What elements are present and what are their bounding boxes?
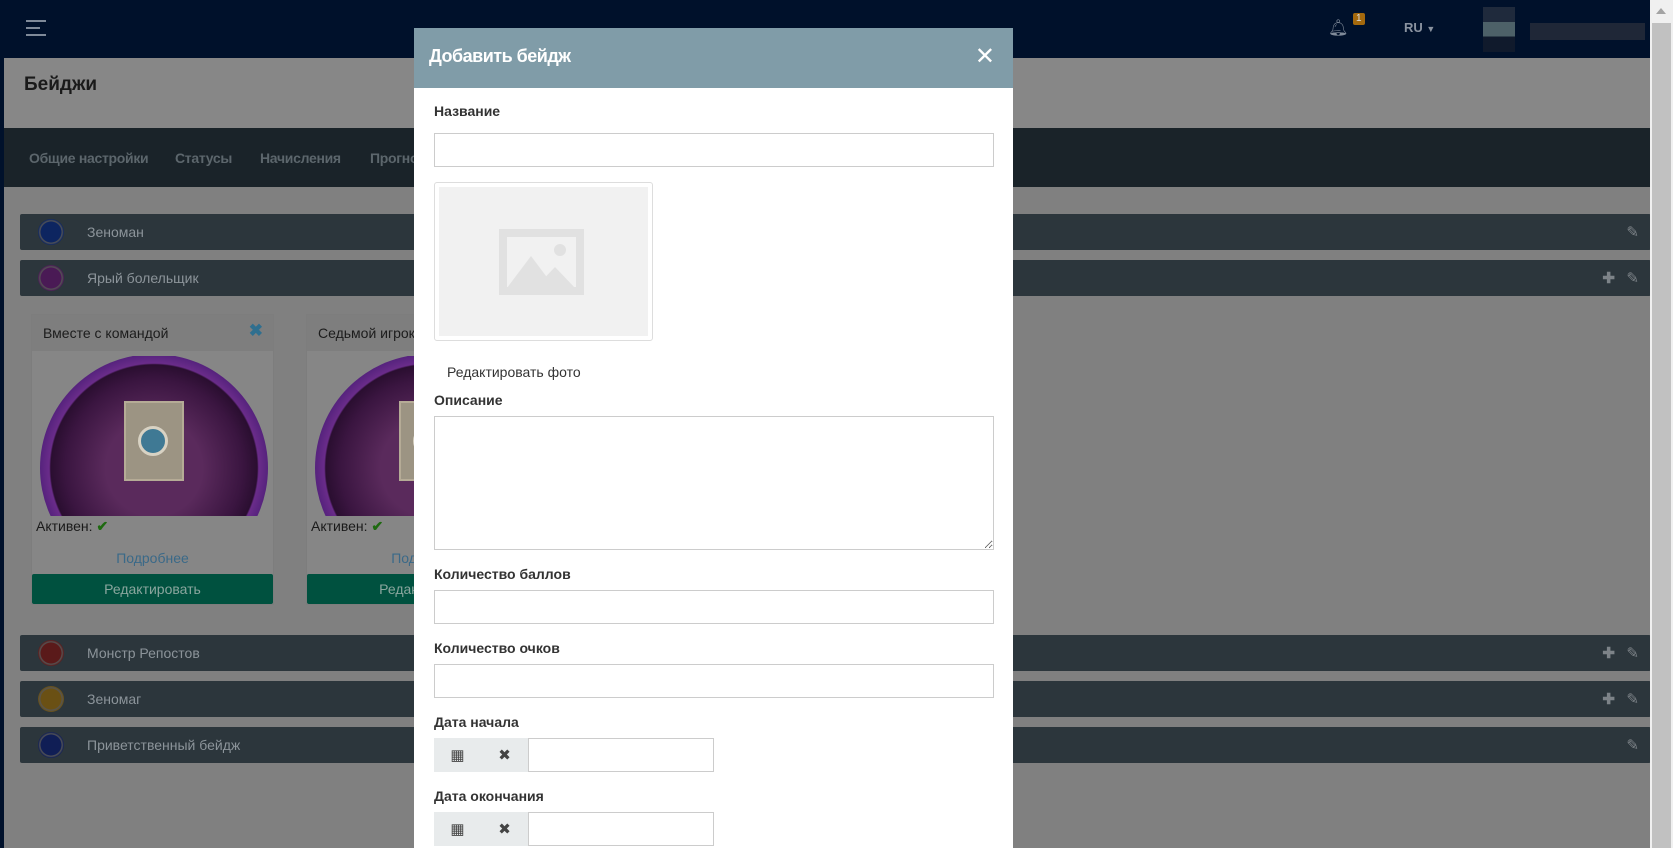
name-input[interactable] (434, 133, 994, 167)
start-date-input[interactable] (528, 738, 714, 772)
pencil-icon[interactable]: ✎ (1626, 690, 1639, 708)
add-badge-modal: Добавить бейдж ✕ Название Редактировать … (414, 28, 1013, 848)
score-label: Количество очков (434, 640, 560, 656)
badge-card: Вместе с командой ✖ Активен: ✔ Подробнее … (31, 314, 274, 605)
badge-image (38, 356, 268, 516)
start-date-group: ▦ ✖ (434, 738, 714, 772)
language-dropdown[interactable]: RU ▼ (1404, 20, 1435, 35)
scrollbar-thumb (1652, 23, 1671, 848)
end-date-label: Дата окончания (434, 788, 544, 804)
pencil-icon[interactable]: ✎ (1626, 644, 1639, 662)
page-title: Бейджи (24, 74, 98, 95)
image-upload[interactable] (434, 182, 653, 341)
active-status: Активен: ✔ (311, 518, 384, 534)
card-title: Вместе с командой (43, 325, 169, 341)
start-date-label: Дата начала (434, 714, 519, 730)
calendar-icon[interactable]: ▦ (434, 738, 481, 772)
caret-down-icon: ▼ (1426, 24, 1436, 34)
clear-icon[interactable]: ✖ (481, 738, 528, 772)
notification-badge: 1 (1353, 13, 1365, 25)
scrollbar[interactable] (1650, 0, 1673, 848)
language-label: RU (1404, 20, 1423, 35)
pencil-icon[interactable]: ✎ (1626, 736, 1639, 754)
details-link[interactable]: Подробнее (32, 550, 273, 566)
clear-icon[interactable]: ✖ (481, 812, 528, 846)
plus-icon[interactable]: ✚ (1602, 690, 1615, 708)
check-icon: ✔ (371, 518, 384, 534)
avatar[interactable] (1483, 7, 1515, 52)
pencil-icon[interactable]: ✎ (1626, 269, 1639, 287)
tab-statuses[interactable]: Статусы (175, 150, 232, 166)
image-placeholder-icon (499, 229, 584, 295)
badge-name: Монстр Репостов (87, 645, 200, 661)
badge-name: Зеноман (87, 224, 144, 240)
badge-icon (38, 219, 64, 245)
edit-button[interactable]: Редактировать (32, 574, 273, 604)
plus-icon[interactable]: ✚ (1602, 644, 1615, 662)
badge-icon (38, 732, 64, 758)
badge-icon (38, 265, 64, 291)
description-label: Описание (434, 392, 503, 408)
name-label: Название (434, 103, 501, 119)
edit-photo-link[interactable]: Редактировать фото (447, 364, 581, 380)
bell-icon[interactable]: 🔔︎ (1328, 18, 1348, 38)
tab-forecasts[interactable]: Прогно (370, 150, 419, 166)
end-date-group: ▦ ✖ (434, 812, 714, 846)
delete-icon[interactable]: ✖ (249, 321, 263, 341)
calendar-icon[interactable]: ▦ (434, 812, 481, 846)
pencil-icon[interactable]: ✎ (1626, 223, 1639, 241)
end-date-input[interactable] (528, 812, 714, 846)
badge-icon (38, 640, 64, 666)
score-input[interactable] (434, 664, 994, 698)
active-status: Активен: ✔ (36, 518, 109, 534)
close-icon[interactable]: ✕ (975, 42, 995, 71)
points-input[interactable] (434, 590, 994, 624)
plus-icon[interactable]: ✚ (1602, 269, 1615, 287)
badge-icon (38, 686, 64, 712)
badge-name: Ярый болельщик (87, 270, 199, 286)
tab-general-settings[interactable]: Общие настройки (29, 150, 149, 166)
modal-title: Добавить бейдж (429, 46, 571, 66)
tab-accruals[interactable]: Начисления (260, 150, 341, 166)
description-textarea[interactable] (434, 416, 994, 550)
user-name-blurred[interactable] (1530, 23, 1645, 40)
points-label: Количество баллов (434, 566, 571, 582)
badge-name: Приветственный бейдж (87, 737, 241, 753)
menu-toggle-icon[interactable] (26, 20, 46, 36)
check-icon: ✔ (96, 518, 109, 534)
scroll-up-icon (1656, 8, 1666, 14)
card-title: Седьмой игрок (318, 325, 415, 341)
badge-name: Зеномаг (87, 691, 142, 707)
